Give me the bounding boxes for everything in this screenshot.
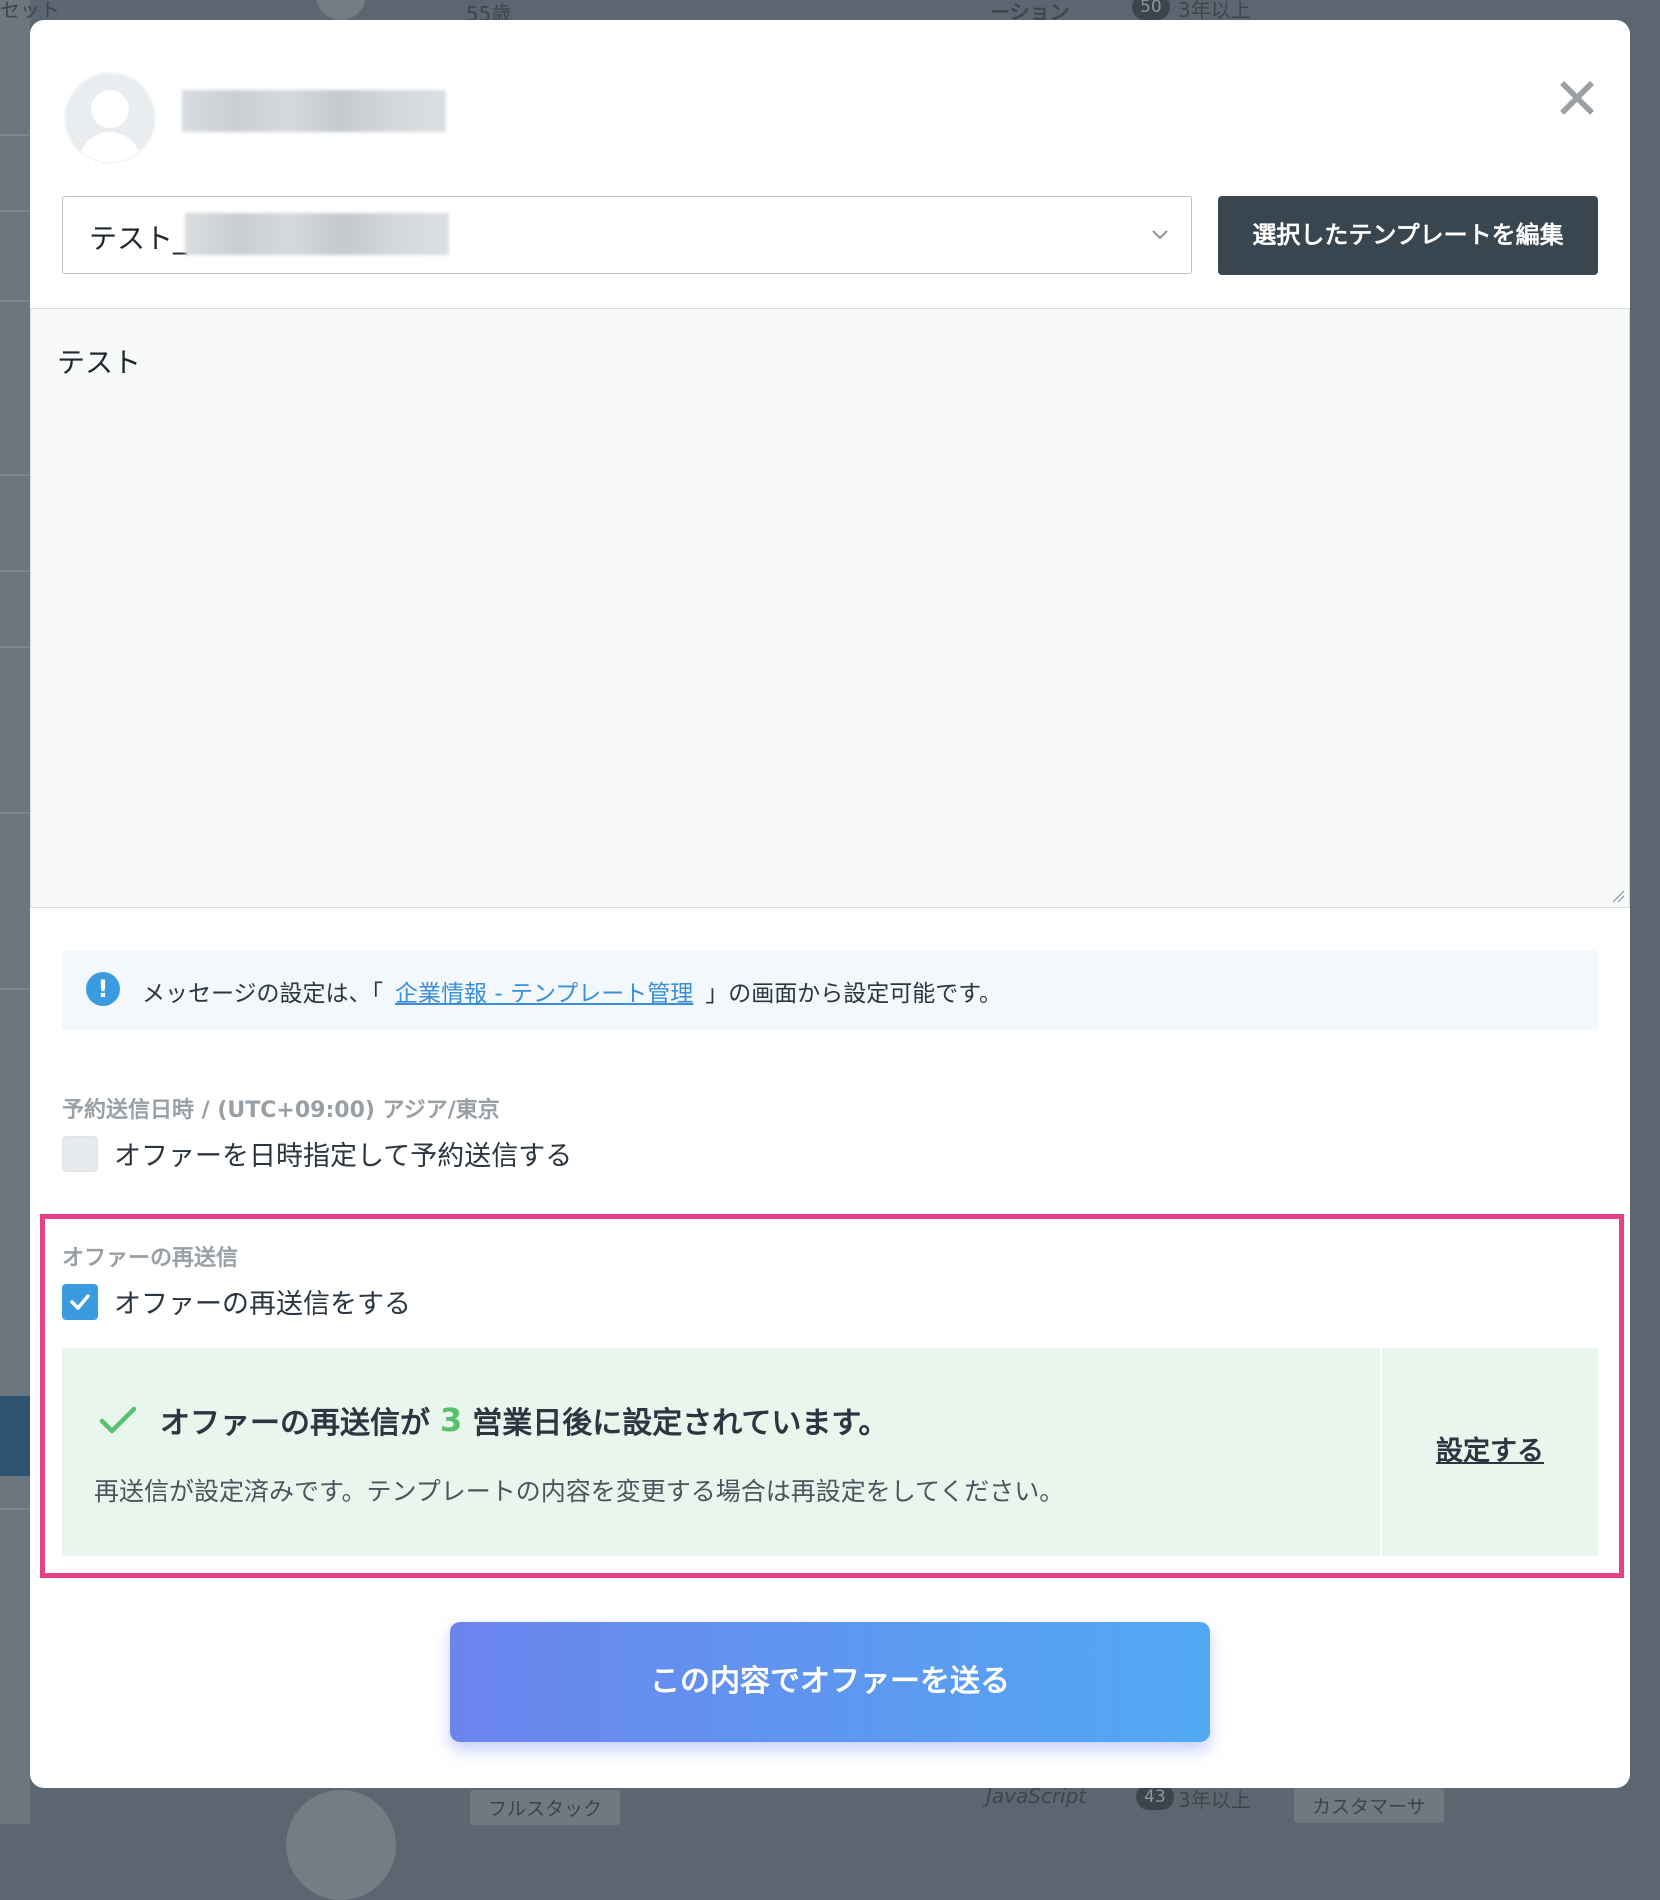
- chevron-down-icon: [1152, 230, 1168, 240]
- background-avatar: [316, 0, 366, 20]
- info-text: メッセージの設定は、「 企業情報 - テンプレート管理 」の画面から設定可能です。: [142, 974, 1002, 1008]
- template-name-redacted: [185, 213, 449, 255]
- background-sidebar: [0, 0, 30, 1824]
- edit-template-button[interactable]: 選択したテンプレートを編集: [1218, 196, 1598, 275]
- template-info-notice: ! メッセージの設定は、「 企業情報 - テンプレート管理 」の画面から設定可能です…: [62, 950, 1598, 1030]
- resend-option[interactable]: オファーの再送信をする: [62, 1282, 411, 1321]
- template-management-link[interactable]: 企業情報 - テンプレート管理: [395, 981, 693, 1007]
- checkmark-icon: [70, 1293, 90, 1310]
- schedule-section-label: 予約送信日時 / (UTC+09:00) アジア/東京: [62, 1098, 500, 1123]
- resend-setting-link[interactable]: 設定する: [1382, 1348, 1598, 1556]
- info-icon: !: [86, 972, 120, 1006]
- template-select-value: テスト_: [89, 222, 188, 255]
- resend-checkbox[interactable]: [62, 1283, 98, 1320]
- background-divider: [0, 570, 30, 572]
- resend-status-note: 再送信が設定済みです。テンプレートの内容を変更する場合は再設定をしてください。: [94, 1477, 1065, 1506]
- avatar-head-shape: [91, 90, 129, 128]
- resend-status-panel: オファーの再送信が 3 営業日後に設定されています。 再送信が設定済みです。テン…: [62, 1348, 1598, 1556]
- avatar: [64, 72, 156, 164]
- background-text: 3年以上: [1178, 1788, 1251, 1812]
- background-divider: [0, 134, 30, 136]
- resend-days-value: 3: [440, 1401, 463, 1439]
- resend-checkbox-label: オファーの再送信をする: [114, 1289, 411, 1320]
- background-divider: [0, 210, 30, 212]
- background-active-tab: [0, 1396, 30, 1476]
- template-select[interactable]: テスト_: [62, 196, 1192, 274]
- success-check-icon: [99, 1406, 137, 1434]
- schedule-send-option[interactable]: オファーを日時指定して予約送信する: [62, 1134, 572, 1173]
- offer-modal: ✕ テスト_ 選択したテンプレートを編集 テスト ! メッセージの設定は、「 企業…: [30, 20, 1630, 1788]
- background-divider: [0, 646, 30, 648]
- background-divider: [0, 1508, 30, 1510]
- background-divider: [0, 474, 30, 476]
- background-chip: カスタマーサ: [1294, 1788, 1444, 1823]
- background-divider: [0, 812, 30, 814]
- candidate-name-redacted: [182, 90, 446, 132]
- message-body-text: テスト: [57, 346, 142, 379]
- schedule-send-label: オファーを日時指定して予約送信する: [114, 1141, 573, 1172]
- info-text-after: 」の画面から設定可能です。: [705, 981, 1002, 1007]
- resend-status-heading: オファーの再送信が 3 営業日後に設定されています。: [98, 1398, 888, 1442]
- close-icon[interactable]: ✕: [1550, 70, 1604, 128]
- background-chip: フルスタック: [470, 1790, 621, 1825]
- resend-status-prefix: オファーの再送信が: [160, 1406, 430, 1441]
- info-text-before: メッセージの設定は、「: [142, 981, 384, 1007]
- resize-handle-icon[interactable]: [1611, 889, 1625, 903]
- background-badge: 50: [1132, 0, 1170, 20]
- send-offer-button[interactable]: この内容でオファーを送る: [450, 1622, 1210, 1742]
- resend-status-suffix: 営業日後に設定されています。: [472, 1406, 889, 1441]
- background-divider: [0, 300, 30, 302]
- background-avatar: [286, 1790, 396, 1900]
- background-divider: [0, 988, 30, 990]
- resend-section-label: オファーの再送信: [62, 1246, 239, 1271]
- message-textarea[interactable]: テスト: [30, 308, 1630, 908]
- schedule-send-checkbox[interactable]: [62, 1135, 98, 1172]
- avatar-body-shape: [79, 132, 141, 162]
